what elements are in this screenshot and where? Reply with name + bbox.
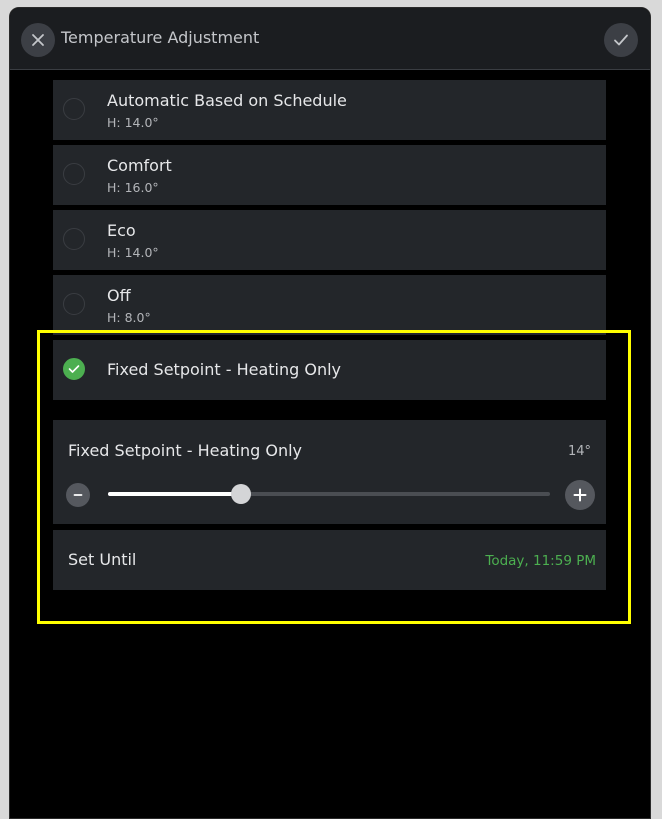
check-icon [614,34,628,46]
mode-name: Eco [107,221,136,240]
dialog-header: Temperature Adjustment [10,8,650,70]
mode-name: Fixed Setpoint - Heating Only [107,360,341,379]
mode-option-comfort[interactable]: Comfort H: 16.0° [53,145,606,205]
set-until-value[interactable]: Today, 11:59 PM [485,553,596,569]
mode-option-off[interactable]: Off H: 8.0° [53,275,606,335]
minus-icon [73,494,83,496]
set-until-row[interactable]: Set Until Today, 11:59 PM [53,530,606,590]
radio-button[interactable] [63,163,85,185]
mode-setpoint: H: 16.0° [107,180,159,195]
setpoint-title: Fixed Setpoint - Heating Only [68,441,302,460]
close-icon [32,34,44,46]
decrease-button[interactable] [66,483,90,507]
mode-setpoint: H: 14.0° [107,115,159,130]
mode-setpoint: H: 8.0° [107,310,151,325]
increase-button[interactable] [565,480,595,510]
temperature-slider[interactable] [108,492,550,496]
mode-name: Comfort [107,156,172,175]
radio-button-checked[interactable] [63,358,85,380]
temperature-dialog: Temperature Adjustment Automatic Based o… [9,7,651,819]
close-button[interactable] [21,23,55,57]
check-icon [68,365,80,373]
dialog-title: Temperature Adjustment [61,28,260,47]
mode-option-fixed-setpoint[interactable]: Fixed Setpoint - Heating Only [53,340,606,400]
slider-thumb[interactable] [230,484,251,504]
radio-button[interactable] [63,98,85,120]
mode-option-eco[interactable]: Eco H: 14.0° [53,210,606,270]
plus-icon [573,488,587,502]
mode-option-automatic[interactable]: Automatic Based on Schedule H: 14.0° [53,80,606,140]
setpoint-value: 14° [567,444,591,459]
setpoint-card: Fixed Setpoint - Heating Only 14° [53,420,606,524]
radio-button[interactable] [63,293,85,315]
slider-fill [108,492,241,496]
set-until-label: Set Until [68,550,137,569]
radio-button[interactable] [63,228,85,250]
mode-name: Automatic Based on Schedule [107,91,347,110]
confirm-button[interactable] [604,23,638,57]
mode-name: Off [107,286,131,305]
mode-setpoint: H: 14.0° [107,245,159,260]
